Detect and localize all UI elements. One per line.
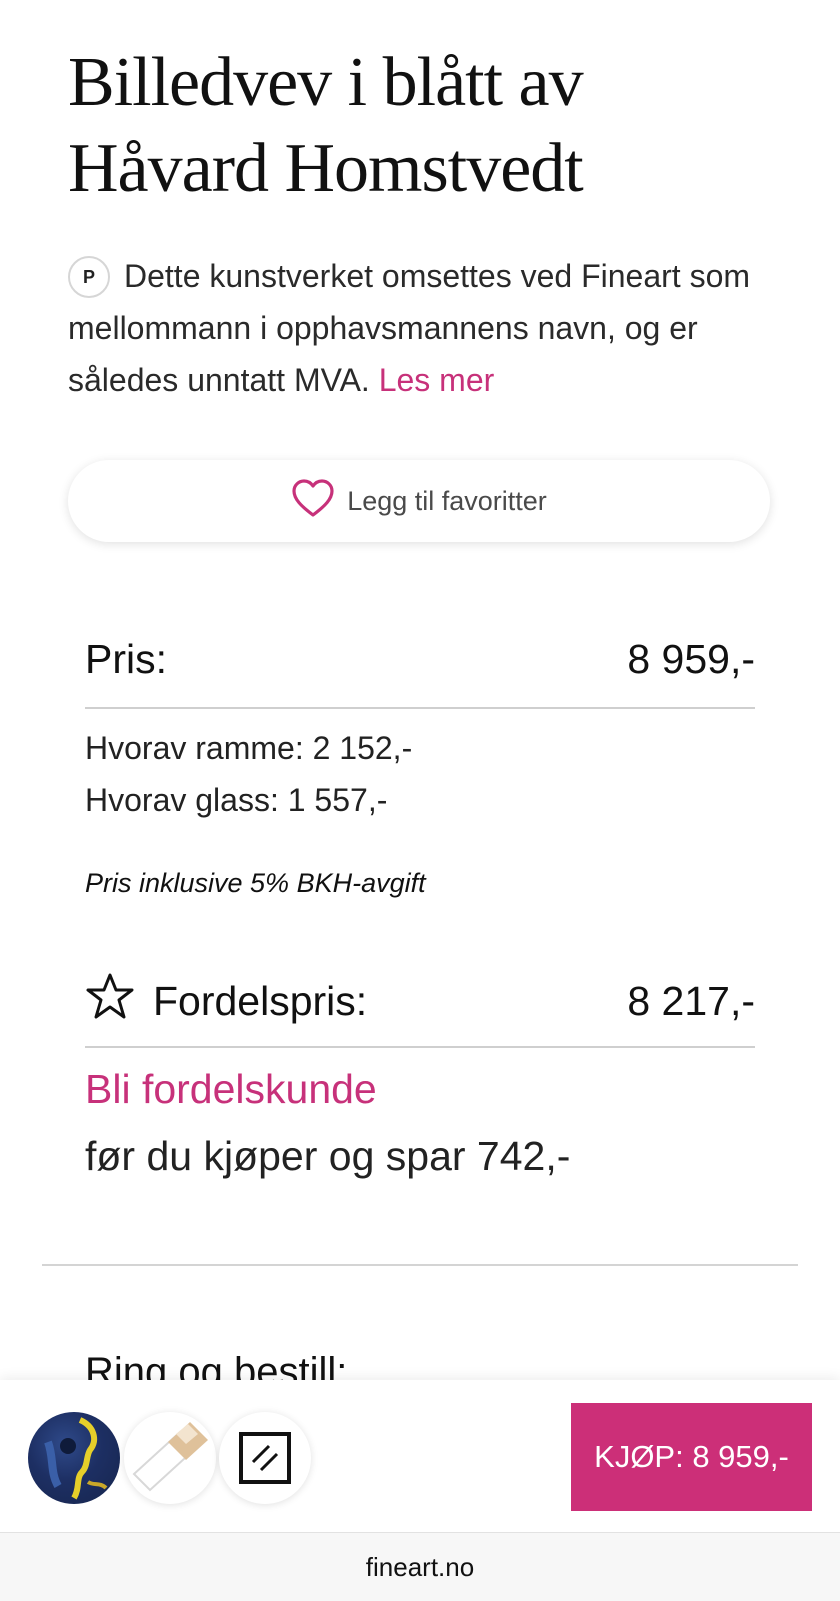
member-savings-text: før du kjøper og spar 742,-	[85, 1133, 571, 1179]
no-glass-icon	[219, 1432, 311, 1504]
product-title-line2: Håvard Homstvedt	[68, 130, 584, 207]
price-divider	[85, 707, 755, 709]
member-price-value: 8 217,-	[627, 977, 755, 1024]
p-badge-icon: P	[68, 256, 110, 298]
read-more-link[interactable]: Les mer	[379, 362, 495, 398]
product-title: Billedvev i blått av Håvard Homstvedt	[68, 40, 788, 212]
section-divider	[42, 1264, 798, 1266]
browser-url-bar[interactable]: fineart.no	[0, 1532, 840, 1601]
heart-icon	[291, 478, 347, 525]
artwork-thumbnail[interactable]	[28, 1412, 120, 1504]
frame-thumbnail[interactable]	[124, 1412, 216, 1504]
bottom-bar: KJØP: 8 959,-	[0, 1380, 840, 1532]
product-title-line1: Billedvev i blått av	[68, 44, 584, 121]
member-price-divider	[85, 1046, 755, 1048]
member-price-row: Fordelspris: 8 217,-	[85, 972, 755, 1030]
become-member-link[interactable]: Bli fordelskunde	[85, 1066, 377, 1113]
url-text: fineart.no	[365, 1551, 475, 1582]
member-price-label: Fordelspris:	[153, 977, 368, 1024]
add-to-favorites-label: Legg til favoritter	[347, 485, 547, 516]
buy-button[interactable]: KJØP: 8 959,-	[571, 1403, 812, 1511]
star-icon	[85, 972, 153, 1030]
frame-price: Hvorav ramme: 2 152,-	[85, 730, 413, 766]
price-fee-note: Pris inklusive 5% BKH-avgift	[85, 868, 426, 898]
price-label: Pris:	[85, 636, 167, 682]
no-glass-thumbnail[interactable]	[219, 1412, 311, 1504]
price-value: 8 959,-	[627, 636, 755, 682]
add-to-favorites-button[interactable]: Legg til favoritter	[68, 460, 770, 542]
price-row: Pris: 8 959,-	[85, 636, 755, 683]
vat-notice: P Dette kunstverket omsettes ved Fineart …	[68, 250, 788, 406]
glass-price: Hvorav glass: 1 557,-	[85, 782, 388, 818]
